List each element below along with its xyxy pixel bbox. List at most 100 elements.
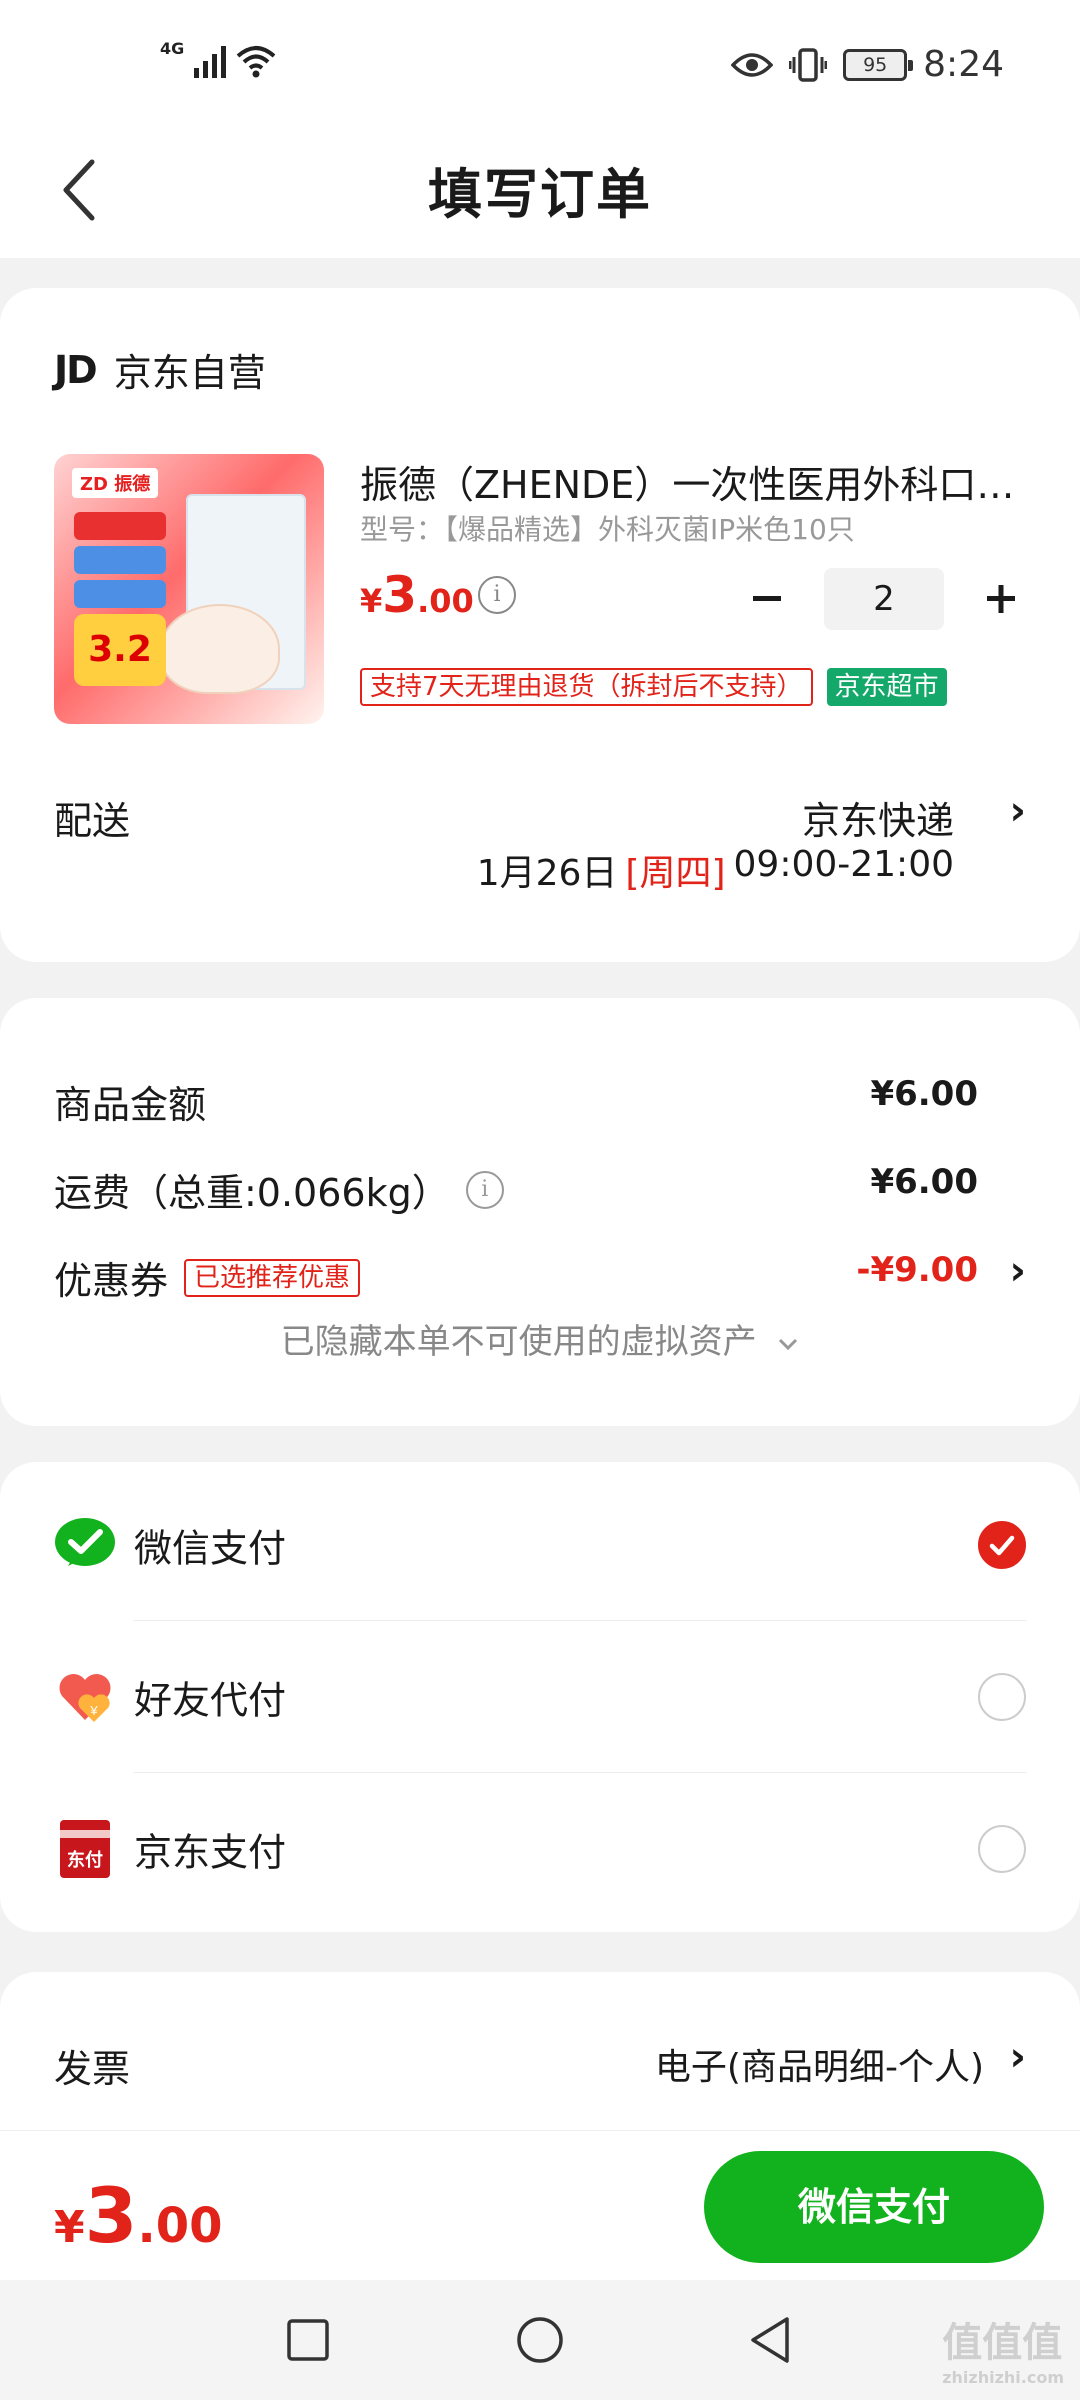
payment-label: 微信支付	[134, 1526, 287, 1571]
shop-row[interactable]: JD 京东自营	[54, 342, 266, 397]
product-image-tag	[74, 580, 166, 608]
product-tags: 支持7天无理由退货（拆封后不支持） 京东超市	[360, 668, 947, 706]
signal-icon	[194, 44, 227, 78]
status-bar: 4G 95 8:24	[0, 0, 1080, 130]
divider	[134, 1620, 1026, 1621]
jd-logo-icon: JD	[54, 347, 98, 392]
quantity-stepper: 2	[742, 568, 1026, 630]
friend-pay-icon: ¥	[54, 1666, 116, 1728]
watermark-text: 值值值	[942, 2320, 1063, 2366]
chevron-down-icon	[779, 1338, 798, 1350]
system-nav-bar	[0, 2280, 1080, 2400]
header: 填写订单	[0, 130, 1080, 258]
hidden-assets-toggle[interactable]: 已隐藏本单不可使用的虚拟资产	[0, 1314, 1080, 1363]
wifi-icon	[236, 46, 276, 78]
product-image-tag	[74, 512, 166, 540]
back-nav-button[interactable]	[730, 2300, 810, 2380]
payment-label: 好友代付	[134, 1678, 287, 1723]
quantity-input[interactable]: 2	[824, 568, 944, 630]
coupon-label: 优惠券	[54, 1259, 169, 1303]
shipping-info-icon[interactable]: i	[465, 1170, 504, 1209]
goods-amount-value: ¥6.00	[870, 1074, 978, 1114]
radio-selected[interactable]	[978, 1521, 1026, 1569]
goods-amount-row: 商品金额 ¥6.00	[54, 1074, 1026, 1134]
invoice-label: 发票	[54, 2047, 131, 2091]
check-icon	[989, 1535, 1015, 1556]
status-right: 95 8:24	[731, 44, 1004, 85]
total-currency: ¥	[54, 2202, 85, 2253]
checkout-bar: ¥3.00 微信支付	[0, 2130, 1080, 2280]
triangle-back-icon	[751, 2317, 789, 2363]
payment-option-jdpay[interactable]: 东付 京东支付	[54, 1774, 1026, 1924]
product-price: ¥3.00	[360, 566, 474, 624]
jd-market-tag: 京东超市	[826, 668, 947, 706]
wechat-pay-icon	[54, 1514, 116, 1576]
order-item-card: JD 京东自营 ZD 振德 3.2 振德（ZHENDE）一次性医用外科口… 型号…	[0, 288, 1080, 962]
total-decimal: .00	[137, 2198, 223, 2254]
minus-icon	[753, 596, 781, 601]
divider	[134, 1772, 1026, 1773]
battery-icon: 95	[843, 48, 914, 81]
coupon-badge: 已选推荐优惠	[184, 1258, 361, 1297]
jd-pay-icon-text: 东付	[67, 1849, 103, 1871]
signal-area: 4G	[160, 39, 276, 78]
delivery-method[interactable]: 京东快递	[802, 790, 954, 845]
shipping-label-group: 运费（总重:0.066kg） i	[54, 1162, 504, 1217]
goods-amount-label: 商品金额	[54, 1083, 207, 1127]
product-image-price: 3.2	[74, 614, 166, 686]
total-integer: 3	[84, 2171, 138, 2260]
plus-icon	[987, 585, 1015, 613]
product-title[interactable]: 振德（ZHENDE）一次性医用外科口…	[360, 454, 1030, 509]
watermark-sub: zhizhizhi.com	[942, 2368, 1064, 2387]
shipping-value: ¥6.00	[870, 1162, 978, 1202]
delivery-date: 1月26日	[476, 853, 618, 894]
eye-icon	[731, 52, 774, 77]
payment-methods-card: 微信支付 ¥ 好友代付 东付 京东支付	[0, 1462, 1080, 1932]
recents-button[interactable]	[268, 2300, 348, 2380]
network-type: 4G	[160, 39, 185, 58]
delivery-label: 配送	[54, 799, 131, 843]
chevron-right-icon: ›	[1009, 1248, 1026, 1294]
clock: 8:24	[923, 44, 1004, 85]
product-image-tag	[74, 546, 166, 574]
pay-button[interactable]: 微信支付	[704, 2151, 1044, 2263]
invoice-value: 电子(商品明细-个人)	[654, 2047, 984, 2088]
product-spec: 型号：【爆品精选】外科灭菌IP米色10只	[360, 513, 855, 546]
square-icon	[287, 2319, 329, 2361]
shipping-row: 运费（总重:0.066kg） i ¥6.00	[54, 1162, 1026, 1222]
total-price: ¥3.00	[54, 2171, 223, 2260]
cost-summary-card: 商品金额 ¥6.00 运费（总重:0.066kg） i ¥6.00 优惠券 已选…	[0, 998, 1080, 1426]
circle-icon	[517, 2317, 563, 2363]
coupon-value: -¥9.00	[856, 1250, 978, 1290]
chevron-right-icon: ›	[1009, 2034, 1026, 2080]
payment-option-wechat[interactable]: 微信支付	[54, 1470, 1026, 1620]
return-policy-tag: 支持7天无理由退货（拆封后不支持）	[360, 668, 813, 706]
payment-label: 京东支付	[134, 1830, 287, 1875]
product-image[interactable]: ZD 振德 3.2	[54, 454, 324, 724]
decrease-button[interactable]	[742, 574, 792, 624]
coupon-label-group: 优惠券 已选推荐优惠	[54, 1250, 361, 1305]
vibrate-icon	[789, 47, 828, 82]
price-decimal: .00	[417, 582, 474, 620]
radio-unselected[interactable]	[978, 1673, 1026, 1721]
hidden-assets-text: 已隐藏本单不可使用的虚拟资产	[280, 1322, 757, 1362]
coupon-row[interactable]: 优惠券 已选推荐优惠 -¥9.00 ›	[54, 1248, 1026, 1310]
delivery-weekday: [周四]	[625, 853, 726, 894]
home-button[interactable]	[500, 2300, 580, 2380]
chevron-right-icon[interactable]: ›	[1010, 788, 1026, 834]
product-mask-graphic	[160, 604, 280, 694]
increase-button[interactable]	[976, 574, 1026, 624]
shop-name: 京东自营	[113, 351, 266, 395]
shipping-label: 运费（总重:0.066kg）	[54, 1171, 450, 1215]
product-image-brand: ZD 振德	[72, 468, 159, 498]
delivery-time[interactable]: 1月26日 [周四] 09:00-21:00	[477, 844, 954, 896]
payment-option-friend[interactable]: ¥ 好友代付	[54, 1622, 1026, 1772]
jd-pay-icon: 东付	[54, 1818, 116, 1880]
page-title: 填写订单	[428, 163, 652, 226]
watermark: 值值值 zhizhizhi.com	[942, 2310, 1064, 2387]
radio-unselected[interactable]	[978, 1825, 1026, 1873]
price-info-icon[interactable]: i	[478, 576, 516, 614]
price-integer: 3	[382, 566, 418, 624]
svg-text:¥: ¥	[89, 1703, 98, 1718]
price-currency: ¥	[360, 582, 383, 620]
